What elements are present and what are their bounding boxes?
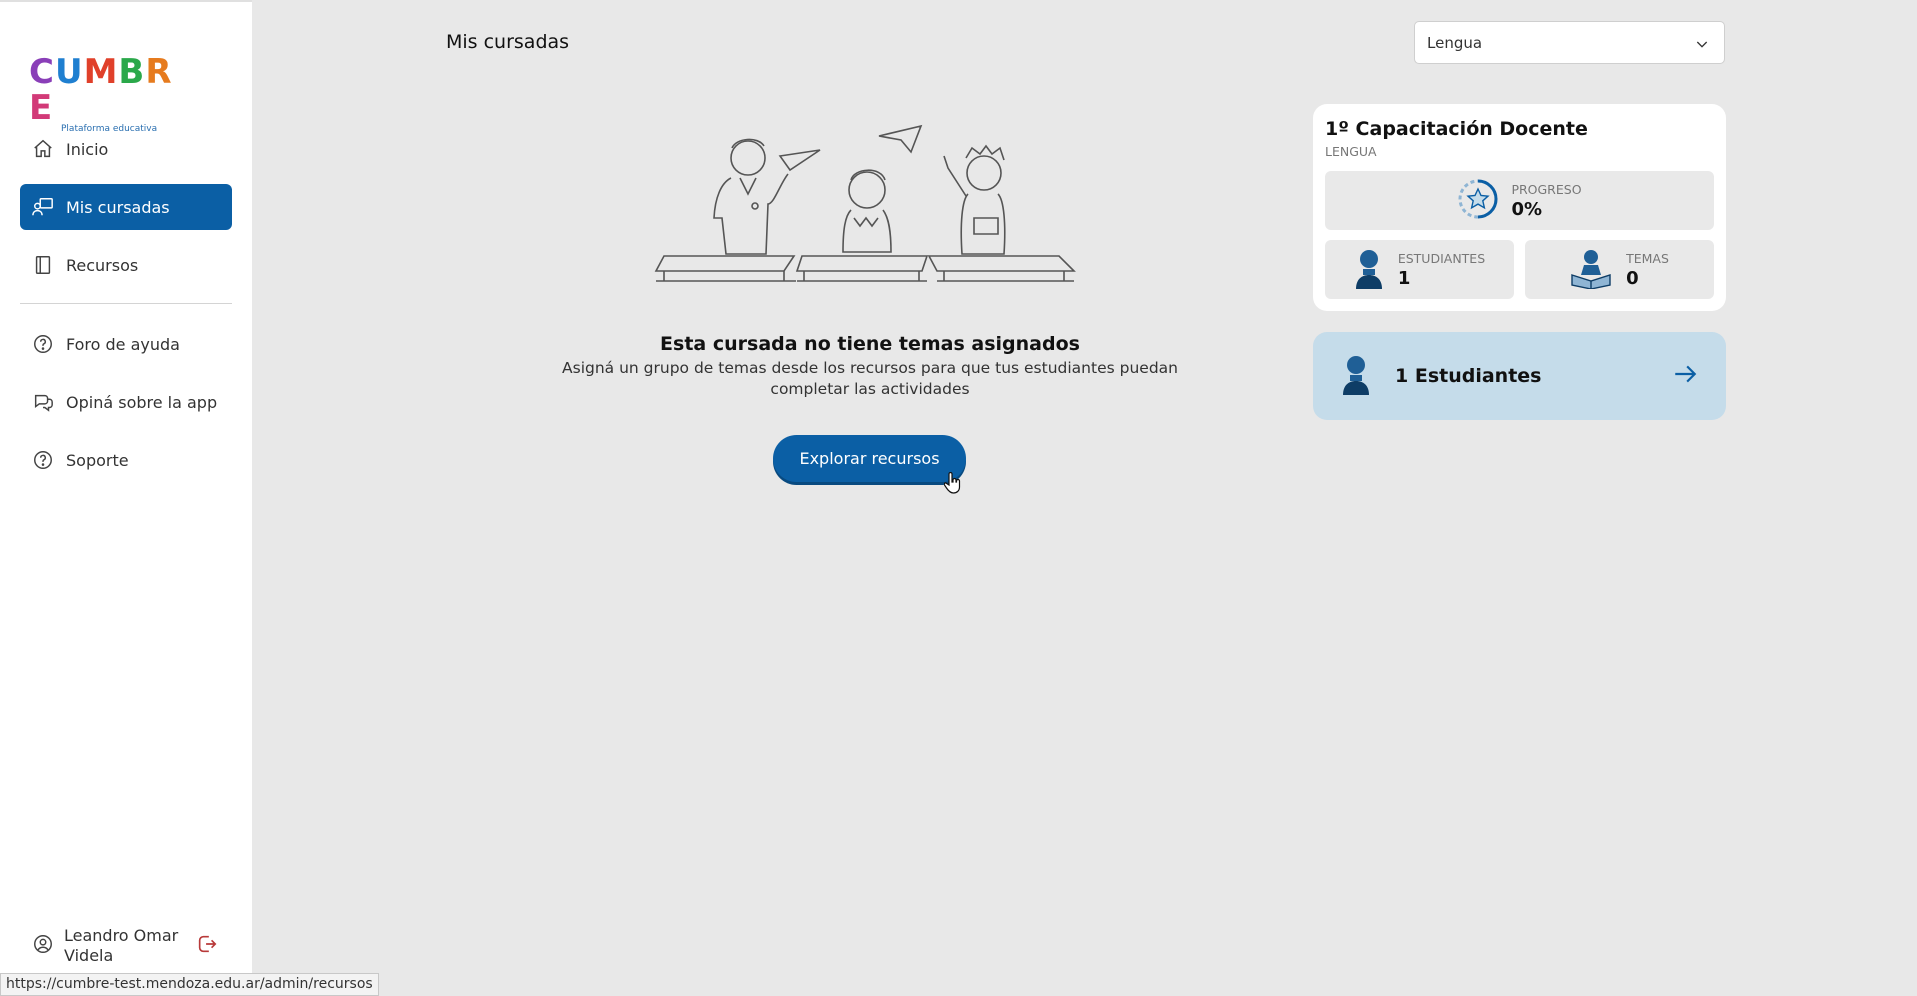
status-bar-url: https://cumbre-test.mendoza.edu.ar/admin… bbox=[0, 973, 379, 996]
students-link-card[interactable]: 1 Estudiantes bbox=[1313, 332, 1726, 420]
sidebar-item-label: Foro de ayuda bbox=[66, 334, 180, 354]
sidebar-item-label: Recursos bbox=[66, 255, 139, 275]
progress-stat: PROGRESO 0% bbox=[1325, 171, 1714, 230]
sidebar-item-label: Mis cursadas bbox=[66, 197, 170, 217]
logout-icon[interactable] bbox=[196, 933, 218, 959]
student-icon bbox=[1354, 247, 1384, 293]
user-name: Leandro Omar Videla bbox=[64, 926, 179, 965]
subject-select-value: Lengua bbox=[1427, 33, 1483, 52]
classroom-icon bbox=[32, 196, 54, 218]
course-subject: LENGUA bbox=[1325, 144, 1377, 159]
students-label: ESTUDIANTES bbox=[1397, 250, 1486, 266]
empty-state-description: Asigná un grupo de temas desde los recur… bbox=[562, 359, 1178, 398]
explore-resources-button[interactable]: Explorar recursos bbox=[773, 435, 966, 482]
help-icon bbox=[32, 333, 54, 355]
course-title: 1º Capacitación Docente bbox=[1325, 118, 1588, 140]
progress-value: 0% bbox=[1511, 198, 1542, 220]
home-icon bbox=[32, 138, 54, 160]
sidebar-item-foro-de-ayuda[interactable]: Foro de ayuda bbox=[20, 321, 232, 367]
students-value: 1 bbox=[1397, 267, 1411, 289]
sidebar-item-mis-cursadas[interactable]: Mis cursadas bbox=[20, 184, 232, 230]
sidebar-item-opina[interactable]: Opiná sobre la app bbox=[20, 379, 232, 425]
topics-stat: TEMAS 0 bbox=[1525, 240, 1714, 299]
user-profile: Leandro Omar Videla bbox=[20, 924, 232, 968]
course-card[interactable]: 1º Capacitación Docente LENGUA PROGRESO … bbox=[1313, 104, 1726, 311]
sidebar-item-inicio[interactable]: Inicio bbox=[20, 126, 232, 172]
sidebar-item-soporte[interactable]: Soporte bbox=[20, 437, 232, 483]
sidebar-item-label: Inicio bbox=[66, 139, 109, 159]
sidebar-item-recursos[interactable]: Recursos bbox=[20, 242, 232, 288]
user-icon bbox=[32, 933, 54, 959]
chat-icon bbox=[32, 391, 54, 413]
empty-state-illustration bbox=[654, 118, 1084, 298]
topics-label: TEMAS bbox=[1626, 250, 1669, 266]
page-title: Mis cursadas bbox=[446, 31, 570, 53]
progress-label: PROGRESO bbox=[1511, 181, 1582, 197]
empty-state-title: Esta cursada no tiene temas asignados bbox=[660, 333, 1080, 355]
book-icon bbox=[32, 254, 54, 276]
students-stat: ESTUDIANTES 1 bbox=[1325, 240, 1514, 299]
chevron-down-icon bbox=[1694, 36, 1710, 56]
topics-value: 0 bbox=[1626, 267, 1639, 289]
reading-student-icon bbox=[1570, 247, 1612, 293]
sidebar: CUMBRE Plataforma educativa Inicio Mis c… bbox=[0, 0, 252, 996]
students-link-label: 1 Estudiantes bbox=[1395, 365, 1542, 387]
arrow-right-icon bbox=[1672, 361, 1698, 391]
student-icon bbox=[1341, 353, 1371, 399]
sidebar-item-label: Opiná sobre la app bbox=[66, 392, 218, 412]
subject-select[interactable]: Lengua bbox=[1414, 21, 1725, 64]
sidebar-item-label: Soporte bbox=[66, 450, 129, 470]
cumbre-logo[interactable]: CUMBRE Plataforma educativa bbox=[29, 54, 181, 134]
sidebar-divider bbox=[20, 303, 232, 304]
star-progress-icon bbox=[1457, 178, 1499, 224]
help-icon bbox=[32, 449, 54, 471]
hand-cursor-icon bbox=[943, 471, 962, 498]
